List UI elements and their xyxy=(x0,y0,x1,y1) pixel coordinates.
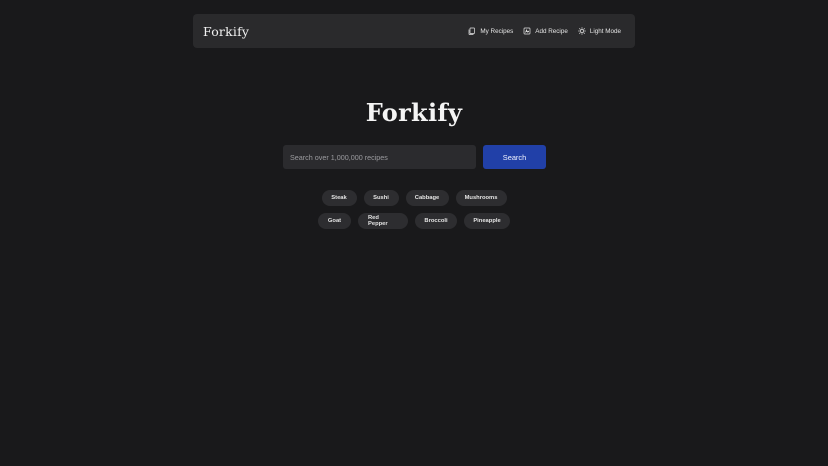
suggestion-chip-cabbage[interactable]: Cabbage xyxy=(405,190,449,206)
suggestion-chip-mushrooms[interactable]: Mushrooms xyxy=(455,190,507,206)
bookmark-stack-icon xyxy=(468,27,476,35)
add-recipe-icon xyxy=(523,27,531,35)
brand-logo[interactable]: Forkify xyxy=(203,24,249,39)
suggestion-chip-goat[interactable]: Goat xyxy=(318,213,351,229)
suggestion-chip-pineapple[interactable]: Pineapple xyxy=(464,213,510,229)
nav-add-recipe[interactable]: Add Recipe xyxy=(523,27,568,35)
hero-title: Forkify xyxy=(365,98,463,127)
suggestion-row-1: Steak Sushi Cabbage Mushrooms xyxy=(0,190,828,206)
search-button[interactable]: Search xyxy=(483,145,546,169)
suggestion-chip-sushi[interactable]: Sushi xyxy=(363,190,399,206)
nav-my-recipes-label: My Recipes xyxy=(480,27,514,35)
suggestion-chip-steak[interactable]: Steak xyxy=(321,190,357,206)
search-form: Search xyxy=(283,145,546,169)
nav-add-recipe-label: Add Recipe xyxy=(535,27,568,35)
nav-light-mode-label: Light Mode xyxy=(589,27,621,35)
nav-light-mode[interactable]: Light Mode xyxy=(577,27,621,35)
nav-my-recipes[interactable]: My Recipes xyxy=(468,27,513,35)
suggestion-chip-broccoli[interactable]: Broccoli xyxy=(415,213,457,229)
suggestion-row-2: Goat Red Pepper Broccoli Pineapple xyxy=(0,213,828,229)
nav-links: My Recipes Add Recipe Light Mode xyxy=(468,27,621,35)
suggestion-chip-red-pepper[interactable]: Red Pepper xyxy=(358,213,408,229)
sun-icon xyxy=(577,27,586,35)
search-input[interactable] xyxy=(283,145,476,169)
top-navbar: Forkify My Recipes Add Recipe Light Mode xyxy=(193,14,635,48)
